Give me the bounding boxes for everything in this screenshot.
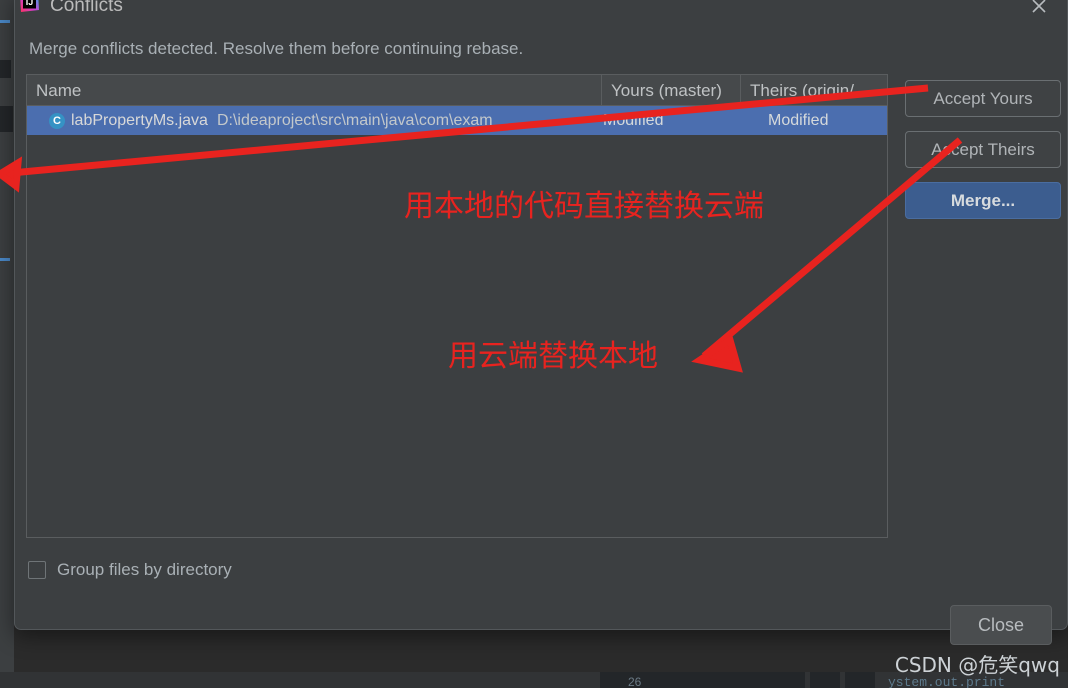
table-row[interactable]: C labPropertyMs.java D:\ideaproject\src\…: [27, 106, 887, 135]
screen: 26 ystem.out.print IJ Conflicts Merge co…: [0, 0, 1068, 688]
svg-text:IJ: IJ: [26, 0, 34, 7]
checkbox-label: Group files by directory: [57, 560, 232, 579]
file-name-label: labPropertyMs.java: [71, 111, 208, 129]
action-buttons-group: Accept Yours Accept Theirs Merge...: [905, 80, 1061, 219]
background-panel-chunk-2: [0, 60, 11, 78]
column-header-name[interactable]: Name: [27, 75, 601, 106]
intellij-idea-logo-icon: IJ: [16, 0, 42, 15]
dialog-description: Merge conflicts detected. Resolve them b…: [29, 39, 524, 58]
table-cell-name: C labPropertyMs.java D:\ideaproject\src\…: [27, 112, 601, 130]
background-line-number: 26: [628, 675, 642, 688]
java-class-icon: C: [49, 112, 65, 129]
checkbox-box[interactable]: [28, 561, 46, 579]
table-header-row: Name Yours (master) Theirs (origin/...: [27, 74, 888, 106]
close-icon[interactable]: [1025, 0, 1053, 20]
conflicts-list-panel: Name Yours (master) Theirs (origin/... C…: [26, 74, 888, 538]
background-ide-left-strip: [0, 0, 14, 688]
dialog-title: Conflicts: [50, 0, 123, 16]
watermark: CSDN @危笑qwq: [894, 653, 1060, 677]
group-files-by-directory-checkbox[interactable]: Group files by directory: [28, 560, 232, 580]
background-tab-indicator: [0, 20, 10, 23]
column-header-yours[interactable]: Yours (master): [601, 74, 740, 106]
accept-yours-button[interactable]: Accept Yours: [905, 80, 1061, 117]
table-cell-yours-status: Modified: [603, 111, 664, 129]
table-cell-theirs-status: Modified: [768, 111, 829, 129]
close-button[interactable]: Close: [950, 605, 1052, 645]
background-tab-indicator-2: [0, 258, 10, 261]
annotation-text-local-replaces-cloud: 用本地的代码直接替换云端: [404, 189, 764, 224]
background-status-dark-2: [810, 672, 840, 688]
annotation-text-cloud-replaces-local: 用云端替换本地: [448, 339, 658, 374]
background-status-dark-3: [845, 672, 875, 688]
merge-button[interactable]: Merge...: [905, 182, 1061, 219]
file-path-label: D:\ideaproject\src\main\java\com\exam: [216, 111, 493, 129]
conflicts-dialog: IJ Conflicts Merge conflicts detected. R…: [14, 0, 1068, 645]
accept-theirs-button[interactable]: Accept Theirs: [905, 131, 1061, 168]
column-header-theirs[interactable]: Theirs (origin/...: [740, 74, 888, 106]
dialog-titlebar: IJ Conflicts: [15, 0, 1067, 28]
background-panel-chunk: [0, 106, 13, 132]
